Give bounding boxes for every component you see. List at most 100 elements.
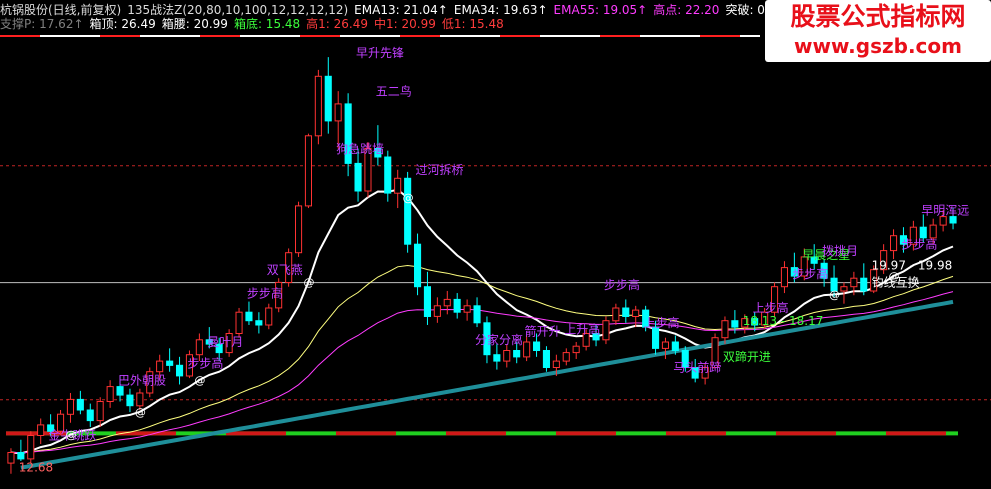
- chart-annotation: 双飞燕: [267, 263, 303, 277]
- header-item: 箱底: 15.48: [233, 17, 301, 31]
- chart-annotation: 狗急跳墙: [336, 141, 384, 156]
- chart-annotation: 分家分离: [475, 332, 523, 347]
- candle-body: [652, 326, 660, 349]
- chart-annotation: 早明浑远: [921, 203, 969, 217]
- candle-body: [780, 267, 789, 288]
- candle-body: [463, 305, 471, 313]
- candle-body: [116, 386, 124, 396]
- candle-body: [265, 307, 273, 326]
- chart-annotation: 上步高: [753, 300, 789, 315]
- candle-body: [195, 339, 203, 356]
- candle-body: [394, 177, 402, 194]
- candle-body: [919, 226, 927, 239]
- candle-body: [295, 205, 303, 254]
- signal-marker: @: [135, 406, 146, 419]
- indicator-header-row-2: 支撑P: 17.62↑ 箱顶: 26.49 箱腰: 20.99 箱底: 15.48 高1…: [0, 16, 510, 32]
- header-item: 杭锅股份(日线,前复权): [0, 3, 122, 17]
- candle-body: [523, 341, 531, 358]
- chart-annotation: 步步高: [604, 277, 640, 292]
- header-item: EMA34: 19.63↑: [453, 3, 548, 17]
- chart-annotation: 箭开升: [525, 324, 561, 339]
- candle-body: [86, 409, 94, 422]
- candle-body: [840, 286, 848, 292]
- signal-marker: @: [303, 276, 314, 289]
- watermark-logo: 股票公式指标网 www.gszb.com: [765, 0, 991, 62]
- chart-annotation: 上升高: [564, 322, 600, 337]
- candle-body: [7, 452, 15, 464]
- chart-annotation: 双蹄开进: [723, 349, 771, 364]
- chart-annotation: 过河拆桥: [416, 162, 464, 177]
- candle-body: [622, 307, 630, 317]
- chart-annotation: 五二鸟: [376, 83, 412, 98]
- candle-body: [66, 398, 75, 415]
- candle-body: [324, 75, 332, 122]
- candle-body: [423, 286, 431, 318]
- candle-body: [533, 341, 541, 351]
- candle-body: [354, 162, 362, 192]
- watermark-url: www.gszb.com: [794, 34, 962, 58]
- chart-annotation: 巴外朝股: [118, 374, 166, 388]
- header-item: 高1: 26.49: [306, 17, 369, 31]
- chart-annotation: 早升先锋: [356, 46, 404, 60]
- chart-annotation: 步步高: [901, 236, 937, 251]
- candle-body: [602, 320, 610, 341]
- signal-marker: @: [194, 374, 205, 387]
- watermark-title: 股票公式指标网: [790, 2, 966, 31]
- chart-annotations: 金牛跳跃巴外朝股步步高曼叶月步步高双飞燕狗急跳墙早升先锋五二鸟过河拆桥分家分离箭…: [19, 46, 969, 475]
- header-item: 箱腰: 20.99: [161, 17, 228, 31]
- candle-body: [176, 364, 184, 377]
- chart-annotation: 18.13 - 18.17: [743, 314, 824, 328]
- chart-annotation: 拨挑月: [822, 244, 858, 258]
- chart-indicator-lines: [10, 188, 954, 470]
- candle-body: [106, 386, 114, 403]
- header-item: 中1: 20.99: [374, 17, 436, 31]
- candle-body: [890, 235, 898, 252]
- candle-body: [27, 435, 35, 460]
- header-item: 135战法Z(20,80,10,100,12,12,12,12): [127, 3, 349, 17]
- chart-annotation: 上步高: [644, 315, 680, 330]
- chart-annotation: 步步高: [187, 356, 223, 371]
- chart-annotation: 步步高: [792, 266, 828, 281]
- chart-annotation: 曼叶月: [207, 335, 243, 349]
- candle-body: [156, 360, 164, 373]
- signal-marker: @: [889, 270, 900, 283]
- candle-body: [860, 277, 868, 292]
- candle-body: [255, 320, 263, 326]
- candle-body: [245, 311, 253, 322]
- header-item: 箱顶: 26.49: [89, 17, 156, 31]
- candle-body: [671, 341, 679, 351]
- candle-body: [929, 224, 937, 239]
- candlestick-chart: 金牛跳跃巴外朝股步步高曼叶月步步高双飞燕狗急跳墙早升先锋五二鸟过河拆桥分家分离箭…: [0, 35, 991, 475]
- candle-body: [453, 298, 461, 313]
- header-item: EMA13: 21.04↑: [354, 3, 448, 17]
- candle-body: [136, 392, 144, 407]
- signal-marker: @: [829, 288, 840, 301]
- candle-body: [513, 350, 521, 358]
- candle-body: [542, 350, 551, 368]
- candle-body: [721, 320, 729, 339]
- candle-body: [949, 216, 957, 224]
- candle-body: [76, 398, 84, 411]
- candle-body: [17, 452, 25, 460]
- candle-body: [493, 354, 501, 362]
- chart-candles: [7, 57, 957, 474]
- candle-body: [235, 311, 243, 335]
- chart-annotation: 马头前蹄: [673, 360, 721, 375]
- candle-body: [661, 341, 670, 349]
- header-item: 高点: 22.20: [653, 3, 720, 17]
- candle-body: [632, 309, 640, 318]
- candle-body: [404, 177, 412, 245]
- candle-body: [37, 424, 45, 436]
- candle-body: [552, 360, 560, 369]
- candle-body: [414, 243, 422, 288]
- candle-body: [314, 75, 322, 137]
- candle-body: [503, 350, 511, 362]
- candle-body: [126, 394, 134, 407]
- candle-body: [612, 307, 620, 322]
- header-item: EMA55: 19.05↑: [553, 3, 648, 17]
- candle-body: [166, 360, 174, 366]
- candle-body: [334, 103, 342, 122]
- candle-body: [384, 156, 392, 194]
- chart-annotation: 步步高: [247, 285, 283, 300]
- signal-marker: @: [403, 192, 414, 205]
